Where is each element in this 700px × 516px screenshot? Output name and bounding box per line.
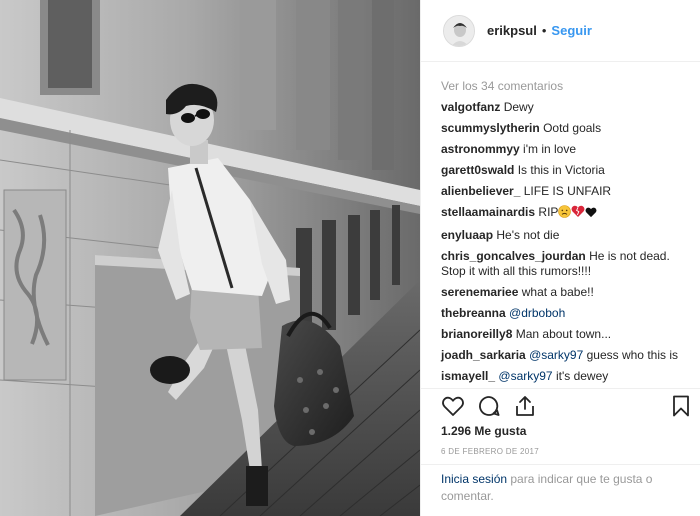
comment-username[interactable]: scummyslytherin [441,121,540,135]
comment-row: astronommyy i'm in love [441,142,697,157]
broken-heart-icon [571,205,585,222]
bookmark-icon[interactable] [669,394,693,418]
comment-text: it's dewey [555,369,609,383]
comment-mention[interactable]: @sarky97 [529,348,583,362]
comment-row: garett0swald Is this in Victoria [441,163,697,178]
comment-username[interactable]: thebreanna [441,306,506,320]
comment-text: Is this in Victoria [517,163,605,177]
comment-mention[interactable]: @sarky97 [498,369,552,383]
post-author-username[interactable]: erikpsul [487,23,537,38]
comment-text: He's not die [496,228,560,242]
comment-username[interactable]: serenemariee [441,285,518,299]
comment-text: LIFE IS UNFAIR [523,184,612,198]
comment-username[interactable]: ismayell_ [441,369,495,383]
comment-username[interactable]: stellaamainardis [441,205,535,219]
comment-row: chris_goncalves_jourdan He is not dead. … [441,249,697,279]
post-header: erikpsul • Seguir [421,0,700,62]
comment-username[interactable]: astronommyy [441,142,520,156]
share-upload-icon[interactable] [513,394,537,418]
comment-mention[interactable]: @drboboh [509,306,565,320]
comment-row: brianoreilly8 Man about town... [441,327,697,342]
comment-row: stellaamainardis RIP [441,205,697,222]
comment-row: serenemariee what a babe!! [441,285,697,300]
comment-row: valgotfanz Dewy [441,100,697,115]
post-photo [0,0,420,516]
comment-row: scummyslytherin Ootd goals [441,121,697,136]
comment-username[interactable]: valgotfanz [441,100,500,114]
view-all-comments-link[interactable]: Ver los 34 comentarios [441,78,697,100]
comment-text: Man about town... [515,327,612,341]
comment-username[interactable]: alienbeliever_ [441,184,520,198]
comment-row: thebreanna @drboboh [441,306,697,321]
disappointed-face-icon [558,205,572,222]
avatar[interactable] [443,14,475,47]
comment-username[interactable]: chris_goncalves_jourdan [441,249,586,263]
comment-row: ismayell_ @sarky97 it's dewey [441,369,697,384]
actions-divider [421,388,700,389]
comment-text: i'm in love [523,142,577,156]
black-heart-icon [585,207,597,222]
comment-text: Dewy [503,100,534,114]
post-side-panel: erikpsul • Seguir Ver los 34 comentarios… [420,0,700,516]
post-date: 6 DE FEBRERO DE 2017 [441,447,540,456]
comment-row: enyluaap He's not die [441,228,697,243]
login-prompt: Inicia sesión para indicar que te gusta … [441,471,691,505]
separator-dot: • [541,23,547,38]
comment-username[interactable]: enyluaap [441,228,493,242]
comment-username[interactable]: garett0swald [441,163,514,177]
comment-text: what a babe!! [521,285,594,299]
login-link[interactable]: Inicia sesión [441,472,507,486]
speech-bubble-icon[interactable] [477,394,501,418]
login-divider [421,464,700,465]
heart-outline-icon[interactable] [441,394,465,418]
comment-row: joadh_sarkaria @sarky97 guess who this i… [441,348,697,363]
comment-text: RIP [538,205,559,219]
comment-text: Ootd goals [543,121,602,135]
comment-username[interactable]: joadh_sarkaria [441,348,526,362]
comment-text: guess who this is [586,348,678,362]
follow-button[interactable]: Seguir [551,23,591,38]
likes-count[interactable]: 1.296 Me gusta [441,424,526,438]
comment-row: alienbeliever_ LIFE IS UNFAIR [441,184,697,199]
comment-username[interactable]: brianoreilly8 [441,327,512,341]
comments-list: Ver los 34 comentarios valgotfanz Dewy s… [441,78,697,390]
action-bar [441,394,697,422]
